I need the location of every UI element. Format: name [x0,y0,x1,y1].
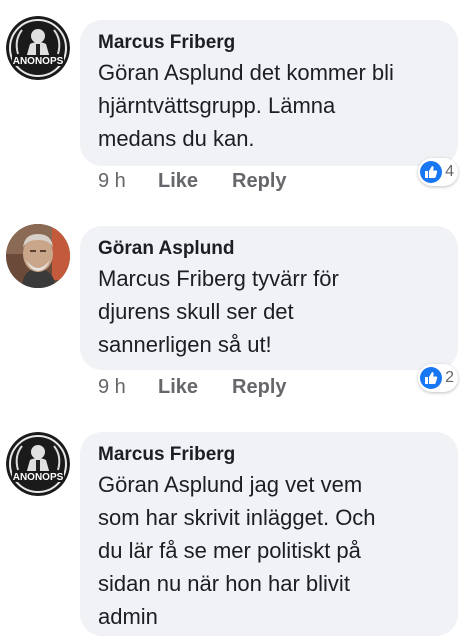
comment-text: Göran Asplund det kommer bli hjärntvätts… [98,60,394,151]
reaction-summary[interactable]: 4 [418,158,458,186]
comment-text: Göran Asplund jag vet vem som har skrivi… [98,472,376,629]
anonops-logo-icon: ANONOPS [6,16,70,80]
thumbs-up-icon [420,367,443,389]
comment-author[interactable]: Marcus Friberg [98,30,442,56]
reaction-summary[interactable]: 2 [418,364,458,392]
anonops-logo-icon: ANONOPS [6,432,70,496]
anonops-avatar[interactable]: ANONOPS [6,432,70,496]
comment-actions: 9 h Like Reply [98,166,321,196]
reaction-count: 2 [445,369,454,386]
comment-timestamp[interactable]: 9 h [98,376,158,399]
comment-bubble: Marcus Friberg Göran Asplund jag vet vem… [80,432,458,636]
reaction-count: 4 [445,163,454,180]
anonops-avatar[interactable]: ANONOPS [6,16,70,80]
reply-button[interactable]: Reply [232,170,286,193]
comment-bubble: Göran Asplund Marcus Friberg tyvärr för … [80,226,458,370]
comment-text: Marcus Friberg tyvärr för djurens skull … [98,266,339,357]
anonops-logo-text: ANONOPS [13,56,64,67]
comment-actions: 9 h Like Reply [98,372,321,402]
user-photo-avatar-icon [6,224,70,288]
user-photo-avatar[interactable] [6,224,70,288]
comment-timestamp[interactable]: 9 h [98,170,158,193]
comment-thread: ANONOPS Marcus Friberg Göran Asplund det… [0,0,464,640]
thumbs-up-icon [420,161,443,183]
reply-button[interactable]: Reply [232,376,286,399]
comment-bubble: Marcus Friberg Göran Asplund det kommer … [80,20,458,166]
comment-author[interactable]: Marcus Friberg [98,442,442,468]
like-button[interactable]: Like [158,376,198,399]
anonops-logo-text: ANONOPS [13,472,64,483]
comment-author[interactable]: Göran Asplund [98,236,442,262]
like-button[interactable]: Like [158,170,198,193]
